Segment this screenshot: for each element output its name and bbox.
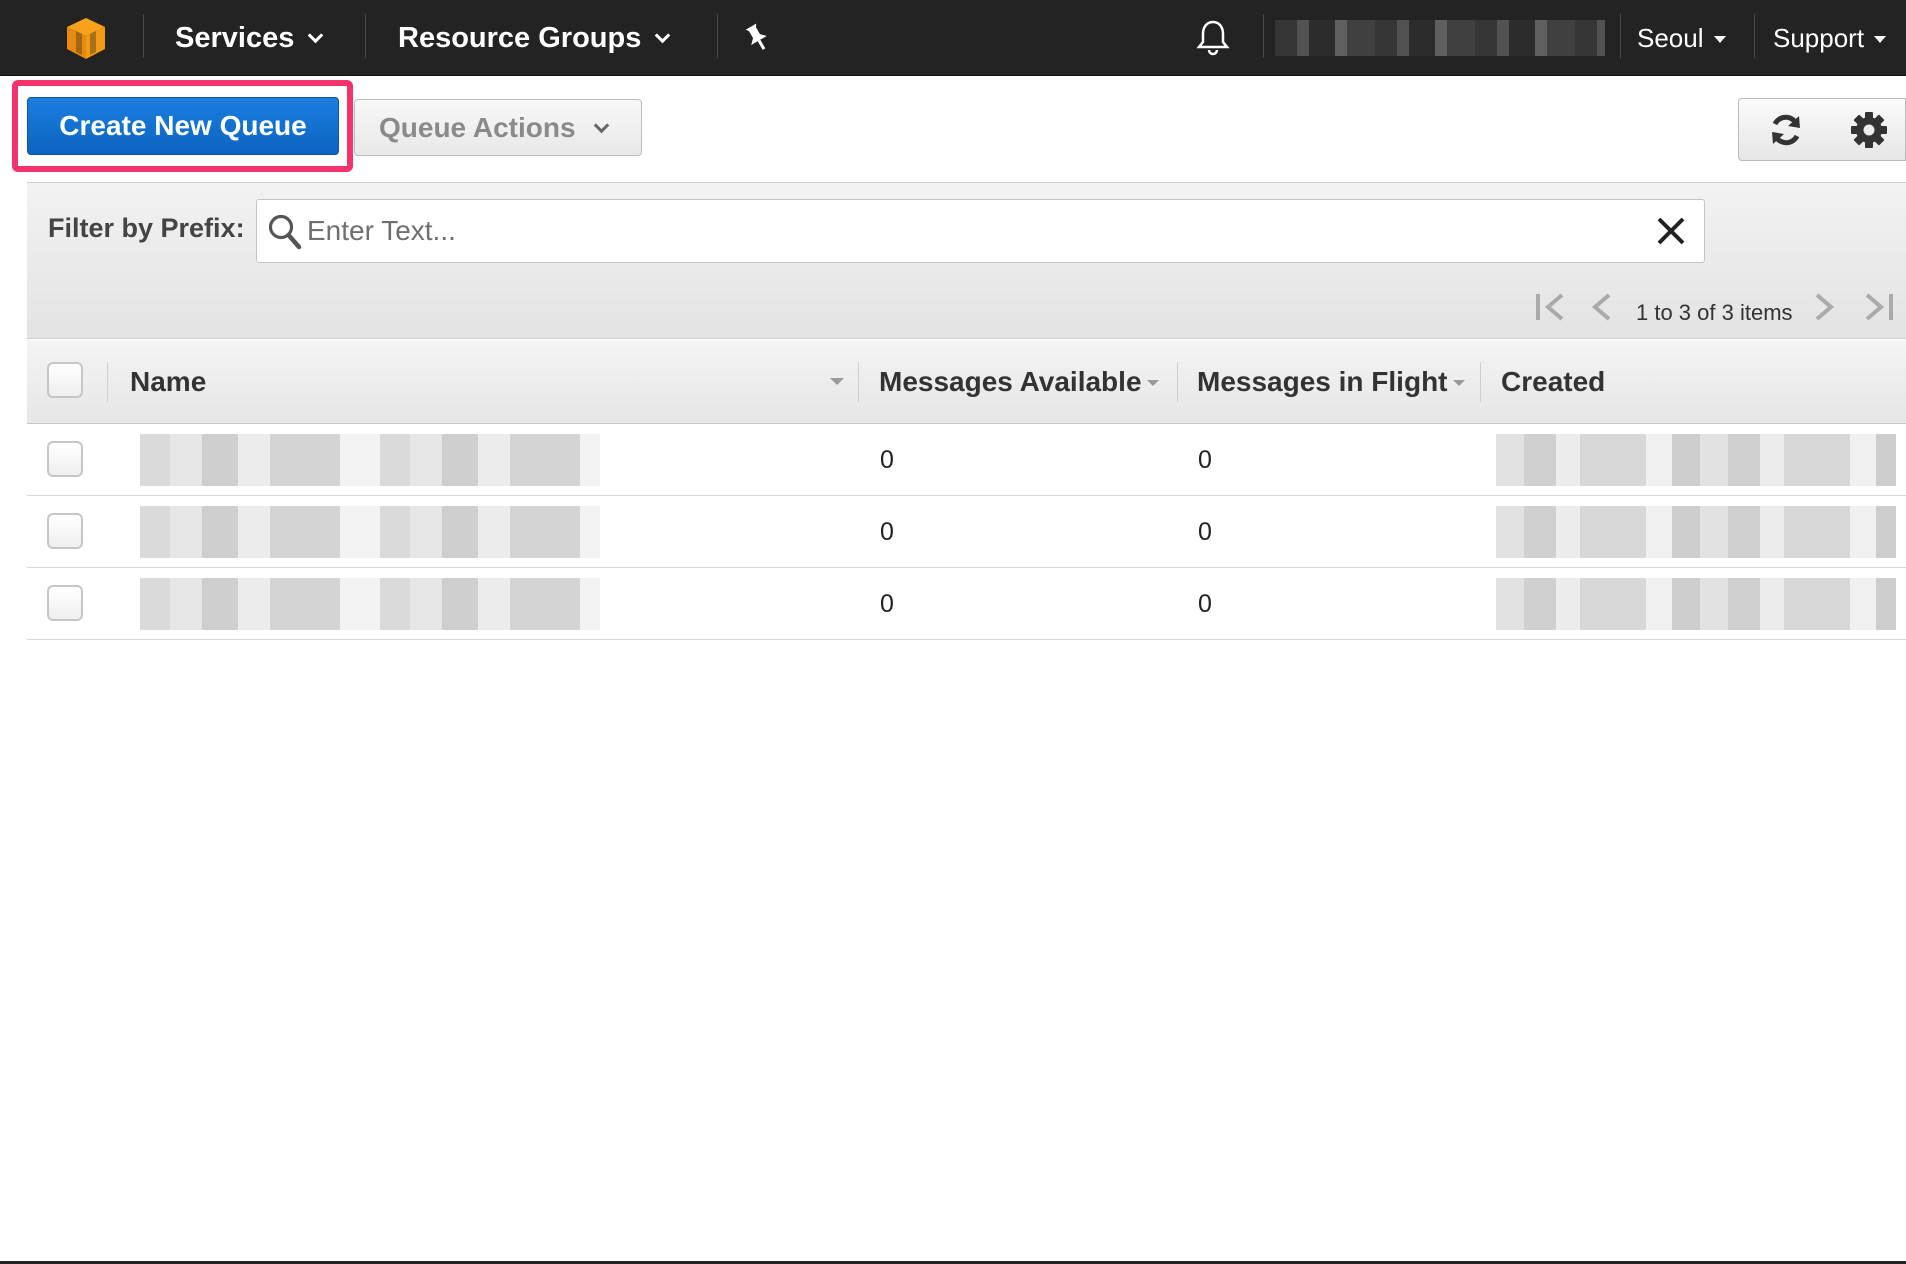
pushpin-icon[interactable] bbox=[742, 22, 772, 52]
column-divider bbox=[858, 362, 859, 402]
column-divider bbox=[1177, 362, 1178, 402]
gear-icon bbox=[1850, 111, 1887, 148]
services-menu[interactable]: Services bbox=[175, 0, 324, 76]
messages-available-cell: 0 bbox=[880, 590, 894, 618]
column-divider bbox=[1480, 362, 1481, 402]
table-row[interactable]: 0 0 bbox=[27, 568, 1906, 640]
filter-label: Filter by Prefix: bbox=[48, 213, 245, 243]
messages-available-cell: 0 bbox=[880, 446, 894, 474]
created-date-redacted bbox=[1496, 578, 1896, 630]
settings-button[interactable] bbox=[1832, 98, 1906, 161]
table-row[interactable]: 0 0 bbox=[27, 424, 1906, 496]
table-row[interactable]: 0 0 bbox=[27, 496, 1906, 568]
column-divider bbox=[107, 362, 108, 402]
column-header-messages-available[interactable]: Messages Available bbox=[879, 340, 1159, 424]
next-page-icon[interactable] bbox=[1809, 289, 1839, 325]
nav-divider bbox=[1620, 14, 1621, 58]
pagination-status: 1 to 3 of 3 items bbox=[1636, 300, 1793, 325]
messages-available-cell: 0 bbox=[880, 518, 894, 546]
resource-groups-menu[interactable]: Resource Groups bbox=[398, 0, 671, 76]
queue-actions-label: Queue Actions bbox=[379, 112, 576, 143]
account-menu[interactable] bbox=[1275, 20, 1605, 56]
row-checkbox[interactable] bbox=[47, 513, 83, 549]
nav-divider bbox=[717, 14, 718, 58]
refresh-button[interactable] bbox=[1738, 98, 1833, 161]
chevron-down-icon bbox=[593, 117, 609, 134]
chevron-down-icon bbox=[655, 27, 671, 44]
caret-down-icon bbox=[1874, 36, 1887, 43]
filter-input[interactable] bbox=[307, 208, 1637, 254]
support-menu[interactable]: Support bbox=[1773, 0, 1887, 76]
search-icon bbox=[268, 214, 302, 250]
chevron-down-icon bbox=[308, 27, 324, 44]
last-page-icon[interactable] bbox=[1859, 289, 1897, 325]
column-header-created[interactable]: Created bbox=[1501, 340, 1605, 424]
region-label: Seoul bbox=[1637, 23, 1704, 53]
sort-caret-icon bbox=[1146, 380, 1159, 386]
row-checkbox[interactable] bbox=[47, 585, 83, 621]
created-date-redacted bbox=[1496, 506, 1896, 558]
refresh-icon bbox=[1771, 114, 1800, 145]
top-navigation-bar: Services Resource Groups Seoul Support bbox=[0, 0, 1906, 76]
messages-in-flight-cell: 0 bbox=[1198, 446, 1212, 474]
nav-divider bbox=[365, 14, 366, 58]
column-header-messages-in-flight-label: Messages in Flight bbox=[1197, 366, 1448, 397]
nav-divider bbox=[143, 14, 144, 58]
filter-panel: Filter by Prefix: bbox=[27, 182, 1906, 339]
queue-actions-dropdown[interactable]: Queue Actions bbox=[354, 99, 642, 156]
queue-name-redacted[interactable] bbox=[140, 434, 600, 486]
create-new-queue-label: Create New Queue bbox=[59, 110, 307, 141]
nav-divider bbox=[1754, 14, 1755, 58]
aws-cube-icon[interactable] bbox=[62, 14, 110, 62]
messages-in-flight-cell: 0 bbox=[1198, 518, 1212, 546]
services-label: Services bbox=[175, 22, 295, 54]
queue-name-redacted[interactable] bbox=[140, 506, 600, 558]
messages-in-flight-cell: 0 bbox=[1198, 590, 1212, 618]
caret-down-icon bbox=[1713, 36, 1726, 43]
filter-field[interactable] bbox=[256, 199, 1705, 263]
previous-page-icon[interactable] bbox=[1587, 289, 1617, 325]
column-header-messages-in-flight[interactable]: Messages in Flight bbox=[1197, 340, 1465, 424]
sort-caret-icon[interactable] bbox=[830, 378, 844, 385]
column-header-messages-available-label: Messages Available bbox=[879, 366, 1142, 397]
support-label: Support bbox=[1773, 23, 1865, 53]
create-new-queue-button[interactable]: Create New Queue bbox=[27, 97, 339, 155]
nav-divider bbox=[1263, 14, 1264, 58]
sort-caret-icon bbox=[1452, 380, 1465, 386]
table-header: Name Messages Available Messages in Flig… bbox=[27, 340, 1906, 424]
row-checkbox[interactable] bbox=[47, 441, 83, 477]
resource-groups-label: Resource Groups bbox=[398, 22, 642, 54]
select-all-checkbox[interactable] bbox=[47, 362, 83, 398]
created-date-redacted bbox=[1496, 434, 1896, 486]
bell-icon[interactable] bbox=[1196, 18, 1230, 56]
close-icon[interactable] bbox=[1656, 216, 1686, 246]
column-header-name[interactable]: Name bbox=[130, 340, 206, 424]
region-menu[interactable]: Seoul bbox=[1637, 0, 1726, 76]
first-page-icon[interactable] bbox=[1532, 289, 1570, 325]
queue-name-redacted[interactable] bbox=[140, 578, 600, 630]
